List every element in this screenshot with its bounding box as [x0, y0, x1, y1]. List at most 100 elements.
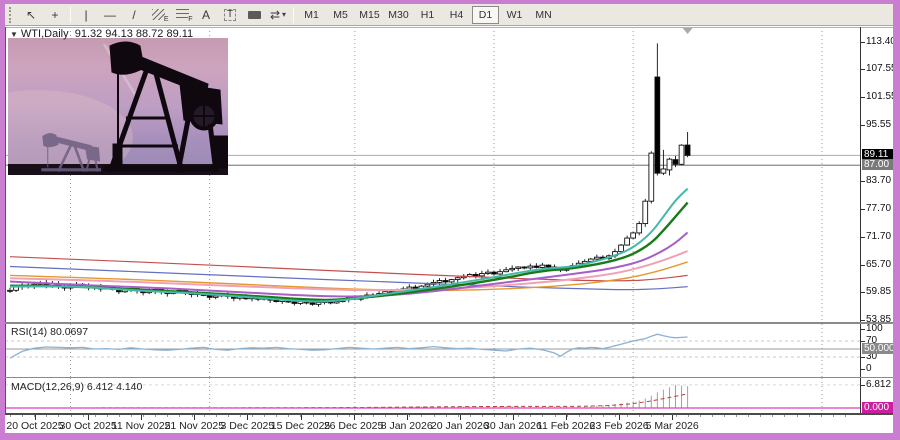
chart-shift-marker[interactable]	[683, 28, 693, 34]
price-axis[interactable]: 113.40107.55101.5595.5583.7077.7071.7065…	[861, 27, 893, 413]
icon-subscript: F	[188, 16, 192, 23]
tool-trendline[interactable]: /	[122, 5, 146, 25]
minor-tick	[470, 415, 471, 417]
tool-crosshair[interactable]: +	[43, 5, 67, 25]
equidistant-channel-icon: E	[152, 9, 165, 20]
tool-arrows[interactable]: ⇄▾	[266, 5, 290, 25]
minor-tick	[349, 415, 350, 417]
minor-tick	[313, 415, 314, 417]
date-axis-label: 11 Nov 2025	[112, 420, 171, 432]
date-axis-label: 26 Dec 2025	[324, 420, 384, 432]
minor-tick	[712, 415, 713, 417]
minor-tick	[46, 415, 47, 417]
timeframe-h4[interactable]: H4	[443, 6, 470, 24]
minor-tick	[276, 415, 277, 417]
minor-tick	[615, 415, 616, 417]
text-icon: A	[202, 9, 210, 21]
ohlc-values: 91.32 94.13 88.72 89.11	[75, 28, 193, 40]
date-axis-label: 30 Oct 2025	[59, 420, 116, 432]
timeframe-m5[interactable]: M5	[327, 6, 354, 24]
minor-tick	[833, 415, 834, 417]
timeframe-m1[interactable]: M1	[298, 6, 325, 24]
axis-tick	[861, 97, 865, 98]
date-axis-label: 20 Jan 2026	[431, 420, 489, 432]
vertical-line-icon: |	[84, 9, 87, 21]
price-axis-label: 59.85	[866, 286, 891, 297]
minor-tick	[639, 415, 640, 417]
window-frame-left	[0, 0, 5, 440]
axis-tick	[861, 369, 865, 370]
window-frame-top	[0, 0, 900, 4]
symbol-dropdown-icon[interactable]: ▼	[10, 30, 18, 39]
timeframe-m15[interactable]: M15	[356, 6, 383, 24]
axis-tick	[861, 292, 865, 293]
minor-tick	[252, 415, 253, 417]
tool-fibonacci-retracement[interactable]: F	[170, 5, 194, 25]
minor-tick	[784, 415, 785, 417]
tool-cursor[interactable]: ↖	[19, 5, 43, 25]
price-axis-label: 107.55	[866, 63, 897, 74]
minor-tick	[373, 415, 374, 417]
timeframe-h1[interactable]: H1	[414, 6, 441, 24]
axis-tick	[861, 125, 865, 126]
cursor-icon: ↖	[26, 9, 36, 21]
minor-tick	[22, 415, 23, 417]
tool-vertical-line[interactable]: |	[74, 5, 98, 25]
minor-tick	[724, 415, 725, 417]
price-axis-label: 83.70	[866, 175, 891, 186]
shapes-icon	[248, 11, 261, 19]
ma-teal	[10, 189, 688, 302]
timeframe-mn[interactable]: MN	[530, 6, 557, 24]
minor-tick	[95, 415, 96, 417]
minor-tick	[10, 415, 11, 417]
minor-tick	[579, 415, 580, 417]
minor-tick	[772, 415, 773, 417]
minor-tick	[748, 415, 749, 417]
minor-tick	[530, 415, 531, 417]
timeframe-m30[interactable]: M30	[385, 6, 412, 24]
axis-tick	[861, 181, 865, 182]
minor-tick	[446, 415, 447, 417]
minor-tick	[216, 415, 217, 417]
date-axis-label: 3 Dec 2025	[221, 420, 275, 432]
macd-axis-label: 6.812	[866, 379, 891, 390]
minor-tick	[385, 415, 386, 417]
pane-separator[interactable]	[5, 322, 893, 324]
tool-text-label[interactable]: T	[218, 5, 242, 25]
minor-tick	[143, 415, 144, 417]
date-axis-label: 30 Jan 2026	[484, 420, 542, 432]
axis-tick	[861, 329, 865, 330]
date-axis[interactable]: 20 Oct 202530 Oct 202511 Nov 202521 Nov …	[5, 415, 893, 433]
minor-tick	[809, 415, 810, 417]
minor-tick	[845, 415, 846, 417]
minor-tick	[409, 415, 410, 417]
toolbar: ↖ + | — / E F AT ⇄▾ M1M5M15M30H1H4D1W1MN	[5, 4, 893, 26]
toolbar-separator	[70, 7, 71, 23]
trendline-icon: /	[132, 9, 135, 21]
pane-separator[interactable]	[5, 377, 893, 378]
icon-subscript: E	[164, 16, 169, 23]
minor-tick	[760, 415, 761, 417]
chart-widget: ▼WTI,Daily 91.32 94.13 88.72 89.11	[5, 27, 893, 433]
price-axis-label: 101.55	[866, 91, 897, 102]
minor-tick	[458, 415, 459, 417]
toolbar-grip[interactable]	[9, 7, 16, 23]
tool-equidistant-channel[interactable]: E	[146, 5, 170, 25]
oil-pumpjack-photo	[8, 38, 228, 175]
tool-shapes[interactable]	[242, 5, 266, 25]
macd-zero-badge: 0.000	[862, 402, 893, 413]
date-axis-label: 15 Dec 2025	[271, 420, 331, 432]
timeframe-w1[interactable]: W1	[501, 6, 528, 24]
order-price-badge: 87.00	[862, 159, 893, 170]
date-axis-label: 11 Feb 2026	[537, 420, 595, 432]
timeframe-d1[interactable]: D1	[472, 6, 499, 24]
minor-tick	[240, 415, 241, 417]
window-frame-bottom	[0, 433, 900, 440]
minor-tick	[228, 415, 229, 417]
rsi-indicator-pane[interactable]	[5, 324, 860, 377]
minor-tick	[71, 415, 72, 417]
minor-tick	[179, 415, 180, 417]
tool-horizontal-line[interactable]: —	[98, 5, 122, 25]
tool-text[interactable]: A	[194, 5, 218, 25]
minor-tick	[264, 415, 265, 417]
